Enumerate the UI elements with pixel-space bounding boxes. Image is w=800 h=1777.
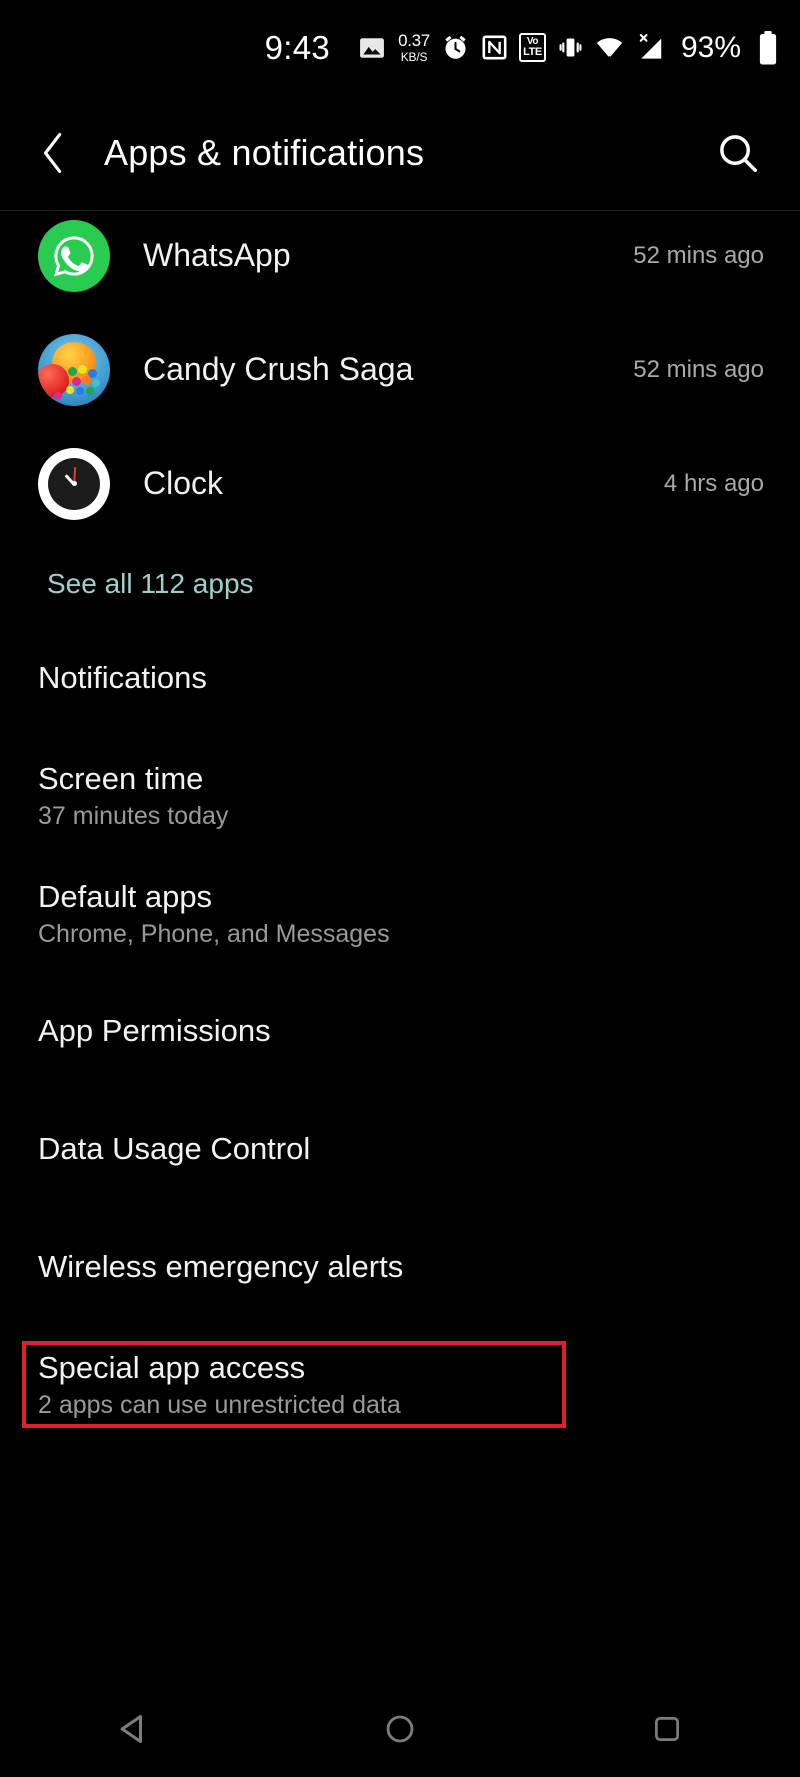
settings-row-title: App Permissions xyxy=(38,1013,271,1048)
volte-icon: Vo LTE xyxy=(518,33,546,62)
search-button[interactable] xyxy=(716,131,760,175)
settings-row-subtitle: 2 apps can use unrestricted data xyxy=(38,1391,401,1420)
app-last-used: 52 mins ago xyxy=(633,241,764,269)
nav-back-button[interactable] xyxy=(73,1680,193,1777)
network-speed-indicator: 0.37 KB/S xyxy=(398,32,430,63)
recents-square-icon xyxy=(654,1716,679,1741)
settings-row-subtitle: Chrome, Phone, and Messages xyxy=(38,920,390,949)
volte-label-bottom: LTE xyxy=(523,46,542,58)
home-circle-icon xyxy=(386,1715,414,1742)
status-bar-clock: 9:43 xyxy=(264,28,331,66)
see-all-apps-link[interactable]: See all 112 apps xyxy=(47,568,254,600)
settings-row-screen-time[interactable]: Screen time 37 minutes today xyxy=(0,762,800,830)
navigation-bar xyxy=(0,1680,800,1777)
app-last-used: 52 mins ago xyxy=(633,355,764,383)
app-name: WhatsApp xyxy=(143,237,291,273)
settings-row-title: Default apps xyxy=(38,879,213,914)
app-row-candy-crush-saga[interactable]: Candy Crush Saga 52 mins ago xyxy=(0,313,800,426)
cellular-signal-icon xyxy=(635,33,665,63)
app-name: Clock xyxy=(143,465,224,501)
search-icon xyxy=(720,134,757,172)
phone-screen: 9:43 0.37 KB/S Vo LTE 93% Apps & notific… xyxy=(0,0,800,1777)
app-row-whatsapp[interactable]: WhatsApp 52 mins ago xyxy=(0,199,800,312)
settings-row-data-usage-control[interactable]: Data Usage Control xyxy=(0,1131,800,1166)
app-row-clock[interactable]: Clock 4 hrs ago xyxy=(0,427,800,540)
settings-row-title: Notifications xyxy=(38,660,207,695)
settings-row-default-apps[interactable]: Default apps Chrome, Phone, and Messages xyxy=(0,880,800,948)
settings-row-title: Special app access xyxy=(38,1350,306,1385)
nfc-icon xyxy=(481,34,508,61)
vibrate-icon xyxy=(557,34,584,61)
battery-icon xyxy=(758,30,778,65)
app-last-used: 4 hrs ago xyxy=(663,469,764,497)
battery-percentage: 93% xyxy=(680,30,741,64)
settings-row-title: Data Usage Control xyxy=(38,1131,311,1166)
back-triangle-icon xyxy=(120,1714,143,1743)
settings-row-title: Wireless emergency alerts xyxy=(38,1249,404,1284)
candy-crush-saga-icon xyxy=(38,333,110,406)
settings-row-title: Screen time xyxy=(38,761,204,796)
clock-icon xyxy=(38,447,110,520)
chevron-left-icon xyxy=(43,132,62,173)
settings-row-app-permissions[interactable]: App Permissions xyxy=(0,1013,800,1048)
page-title: Apps & notifications xyxy=(104,131,425,173)
settings-row-subtitle: 37 minutes today xyxy=(38,802,229,831)
wifi-icon xyxy=(595,33,624,62)
settings-row-special-app-access[interactable]: Special app access 2 apps can use unrest… xyxy=(0,1351,800,1419)
settings-row-notifications[interactable]: Notifications xyxy=(0,660,800,695)
network-speed-unit: KB/S xyxy=(400,50,428,64)
nav-recents-button[interactable] xyxy=(607,1680,727,1777)
nav-home-button[interactable] xyxy=(340,1680,460,1777)
app-bar: Apps & notifications xyxy=(0,95,800,210)
alarm-icon xyxy=(441,33,470,62)
app-name: Candy Crush Saga xyxy=(143,351,414,387)
gallery-icon xyxy=(359,35,385,61)
network-speed-value: 0.37 xyxy=(398,31,430,50)
settings-row-wireless-emergency-alerts[interactable]: Wireless emergency alerts xyxy=(0,1249,800,1284)
back-button[interactable] xyxy=(18,130,90,176)
whatsapp-icon xyxy=(38,219,110,292)
status-bar: 9:43 0.37 KB/S Vo LTE 93% xyxy=(0,0,800,95)
